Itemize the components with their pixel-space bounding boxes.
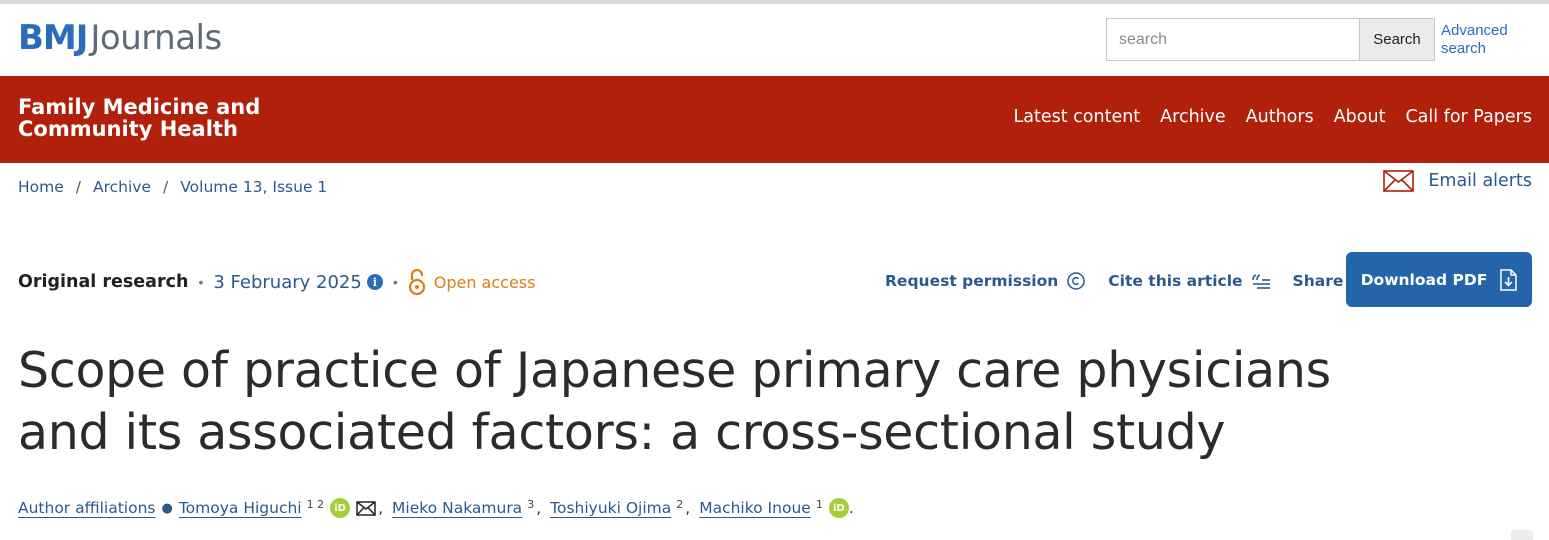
author-affiliation-sup: 1 2	[306, 497, 325, 511]
meta-separator: •	[198, 274, 204, 290]
meta-separator: •	[392, 274, 398, 290]
correspondence-mail-icon[interactable]	[356, 500, 376, 516]
journal-title[interactable]: Family Medicine and Community Health	[18, 96, 278, 140]
author-list: Author affiliations ● Tomoya Higuchi 1 2…	[18, 498, 854, 518]
info-icon[interactable]: i	[366, 274, 383, 290]
publication-date: 3 February 2025	[213, 271, 362, 293]
authors-bullet: ●	[161, 500, 173, 516]
breadcrumb-archive[interactable]: Archive	[93, 178, 151, 196]
author-name[interactable]: Machiko Inoue	[699, 499, 811, 517]
download-pdf-label: Download PDF	[1360, 270, 1488, 289]
breadcrumb: Home / Archive / Volume 13, Issue 1	[18, 178, 327, 196]
orcid-icon[interactable]: iD	[828, 498, 849, 518]
article-meta: Original research • 3 February 2025 i • …	[18, 267, 535, 297]
envelope-icon	[1383, 170, 1415, 192]
nav-about[interactable]: About	[1334, 107, 1386, 127]
open-lock-icon	[408, 268, 426, 296]
author-name[interactable]: Mieko Nakamura	[392, 499, 522, 517]
breadcrumb-separator: /	[75, 178, 82, 196]
open-access-label: Open access	[433, 272, 536, 292]
search-form: Search	[1106, 18, 1435, 61]
download-pdf-button[interactable]: Download PDF	[1346, 252, 1532, 307]
share-label: Share	[1292, 272, 1344, 290]
author-separator: ,	[685, 499, 691, 517]
author-affiliations-link[interactable]: Author affiliations	[18, 499, 155, 517]
advanced-search-link[interactable]: Advanced search	[1441, 22, 1531, 58]
journal-banner: Family Medicine and Community Health Lat…	[0, 76, 1549, 163]
email-alerts-link[interactable]: Email alerts	[1383, 170, 1532, 192]
article-actions: Request permission Cite this article Sha…	[885, 270, 1393, 292]
author-separator: ,	[378, 499, 384, 517]
article-title: Scope of practice of Japanese primary ca…	[18, 342, 1331, 461]
quote-icon	[1251, 274, 1270, 289]
nav-latest-content[interactable]: Latest content	[1014, 107, 1141, 127]
request-permission-label: Request permission	[885, 272, 1059, 290]
author-affiliation-sup: 2	[676, 497, 684, 511]
main-nav: Latest content Archive Authors About Cal…	[1014, 107, 1532, 127]
bmj-journals-logo[interactable]: BMJ Journals	[18, 14, 222, 62]
author-name[interactable]: Tomoya Higuchi	[179, 499, 302, 517]
breadcrumb-issue[interactable]: Volume 13, Issue 1	[180, 178, 327, 196]
nav-archive[interactable]: Archive	[1160, 107, 1225, 127]
search-input[interactable]	[1106, 18, 1359, 61]
cite-article-label: Cite this article	[1108, 272, 1243, 290]
logo-bmj-text: BMJ	[18, 18, 88, 58]
scroll-to-top-button[interactable]	[1511, 530, 1533, 540]
author-separator: ,	[536, 499, 542, 517]
email-alerts-label: Email alerts	[1428, 171, 1532, 191]
copyright-icon	[1067, 272, 1086, 290]
breadcrumb-home[interactable]: Home	[18, 178, 64, 196]
logo-journals-text: Journals	[90, 18, 222, 58]
author-list-end: .	[848, 499, 854, 517]
nav-authors[interactable]: Authors	[1246, 107, 1314, 127]
nav-call-for-papers[interactable]: Call for Papers	[1405, 107, 1532, 127]
orcid-icon[interactable]: iD	[330, 498, 351, 518]
article-type: Original research	[18, 272, 189, 292]
author-affiliation-sup: 3	[527, 497, 535, 511]
top-border	[0, 0, 1549, 4]
request-permission-link[interactable]: Request permission	[885, 271, 1086, 291]
author-affiliation-sup: 1	[815, 497, 823, 511]
download-file-icon	[1500, 268, 1518, 291]
cite-article-link[interactable]: Cite this article	[1108, 272, 1270, 290]
author-name[interactable]: Toshiyuki Ojima	[550, 499, 671, 517]
breadcrumb-separator: /	[163, 178, 169, 196]
search-button[interactable]: Search	[1359, 18, 1435, 61]
